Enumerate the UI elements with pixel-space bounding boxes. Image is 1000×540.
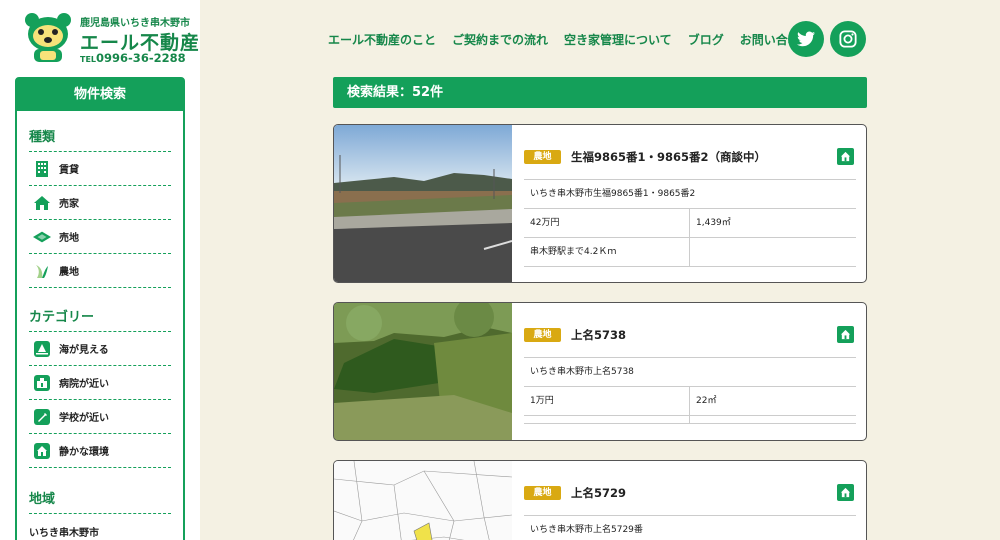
twitter-icon: [797, 31, 815, 47]
listing-card[interactable]: 農地 上名5738 いちき串木野市上名5738 1万円 22㎡: [333, 302, 867, 441]
sidebar-item-label: 賃貸: [59, 165, 79, 176]
school-icon: [33, 408, 51, 426]
listing-card[interactable]: 農地 生福9865番1・9865番2（商談中） いちき串木野市生福9865番1・…: [333, 124, 867, 283]
listing-info: 農地 上名5738 いちき串木野市上名5738 1万円 22㎡: [524, 303, 856, 424]
site-logo[interactable]: 鹿児島県いちき串木野市 エール不動産 TEL0996-36-2288: [22, 10, 199, 66]
listing-empty-cell: [524, 416, 690, 423]
nav-item-about[interactable]: エール不動産のこと: [328, 31, 436, 48]
sidebar-item-school[interactable]: 学校が近い: [29, 400, 171, 434]
sidebar-item-label: 農地: [59, 267, 79, 278]
listing-address: いちき串木野市生福9865番1・9865番2: [524, 180, 856, 209]
area-heading: 地域: [29, 488, 171, 514]
listing-info: 農地 生福9865番1・9865番2（商談中） いちき串木野市生福9865番1・…: [524, 125, 856, 267]
instagram-icon: [839, 30, 857, 48]
farm-icon: [33, 262, 51, 280]
sidebar-item-quiet[interactable]: 静かな環境: [29, 434, 171, 468]
property-type-badge: 農地: [524, 486, 561, 500]
types-heading: 種類: [29, 126, 171, 152]
sidebar-item-rental[interactable]: 賃貸: [29, 152, 171, 186]
logo-tel: TEL0996-36-2288: [80, 51, 186, 65]
property-type-badge: 農地: [524, 328, 561, 342]
category-heading: カテゴリー: [29, 306, 171, 332]
search-panel-title: 物件検索: [17, 79, 183, 111]
house-icon: [33, 194, 51, 212]
sidebar-item-label: 学校が近い: [59, 413, 109, 424]
listing-photo: [334, 461, 512, 540]
sidebar-item-area[interactable]: いちき串木野市: [29, 514, 171, 540]
sidebar-item-label: 静かな環境: [59, 447, 109, 458]
sidebar-item-label: 売家: [59, 199, 79, 210]
listing-price: 42万円: [524, 209, 690, 237]
property-search-panel: 物件検索 種類 賃貸 売家 売地 農地 カテゴリー 海が見える 病院が近い 学校…: [15, 77, 185, 540]
quiet-icon: [33, 442, 51, 460]
listing-title[interactable]: 生福9865番1・9865番2（商談中）: [571, 149, 766, 165]
property-type-badge: 農地: [524, 150, 561, 164]
listing-photo: [334, 125, 512, 282]
sidebar-item-label: 海が見える: [59, 345, 109, 356]
sidebar-item-hospital[interactable]: 病院が近い: [29, 366, 171, 400]
sidebar-item-house[interactable]: 売家: [29, 186, 171, 220]
sidebar-item-label: 売地: [59, 233, 79, 244]
listing-card[interactable]: 農地 上名5729 いちき串木野市上名5729番: [333, 460, 867, 540]
sidebar-item-sea-view[interactable]: 海が見える: [29, 332, 171, 366]
listing-photo: [334, 303, 512, 440]
instagram-button[interactable]: [830, 21, 866, 57]
left-column: 鹿児島県いちき串木野市 エール不動産 TEL0996-36-2288 物件検索 …: [0, 0, 200, 540]
listing-price: 1万円: [524, 387, 690, 415]
listing-address: いちき串木野市上名5738: [524, 358, 856, 387]
main-nav: エール不動産のこと ご契約までの流れ 空き家管理について ブログ お問い合わせ: [328, 31, 812, 48]
listing-empty-cell: [690, 416, 856, 423]
sidebar-item-land[interactable]: 売地: [29, 220, 171, 254]
bear-mascot-icon: [25, 13, 71, 62]
sidebar-item-farmland[interactable]: 農地: [29, 254, 171, 288]
listing-area: 22㎡: [696, 396, 717, 406]
logo-region: 鹿児島県いちき串木野市: [80, 18, 190, 29]
building-icon: [33, 160, 51, 178]
home-icon: [837, 326, 854, 343]
home-icon: [837, 484, 854, 501]
sea-view-icon: [33, 340, 51, 358]
listing-access: 串木野駅まで4.2Ｋｍ: [524, 238, 690, 266]
listing-info: 農地 上名5729 いちき串木野市上名5729番: [524, 461, 856, 540]
listing-area: 1,439㎡: [696, 218, 731, 228]
nav-item-blog[interactable]: ブログ: [688, 31, 724, 48]
hospital-icon: [33, 374, 51, 392]
sidebar-item-label: 病院が近い: [59, 379, 109, 390]
listing-address: いちき串木野市上名5729番: [524, 516, 856, 540]
listing-empty-cell: [690, 238, 856, 266]
listing-title[interactable]: 上名5729: [571, 485, 626, 501]
nav-item-vacant-house[interactable]: 空き家管理について: [564, 31, 672, 48]
twitter-button[interactable]: [788, 21, 824, 57]
home-icon: [837, 148, 854, 165]
listing-title[interactable]: 上名5738: [571, 327, 626, 343]
search-result-count: 検索結果：52件: [333, 77, 867, 108]
nav-item-contract-flow[interactable]: ご契約までの流れ: [452, 31, 548, 48]
land-icon: [33, 228, 51, 246]
